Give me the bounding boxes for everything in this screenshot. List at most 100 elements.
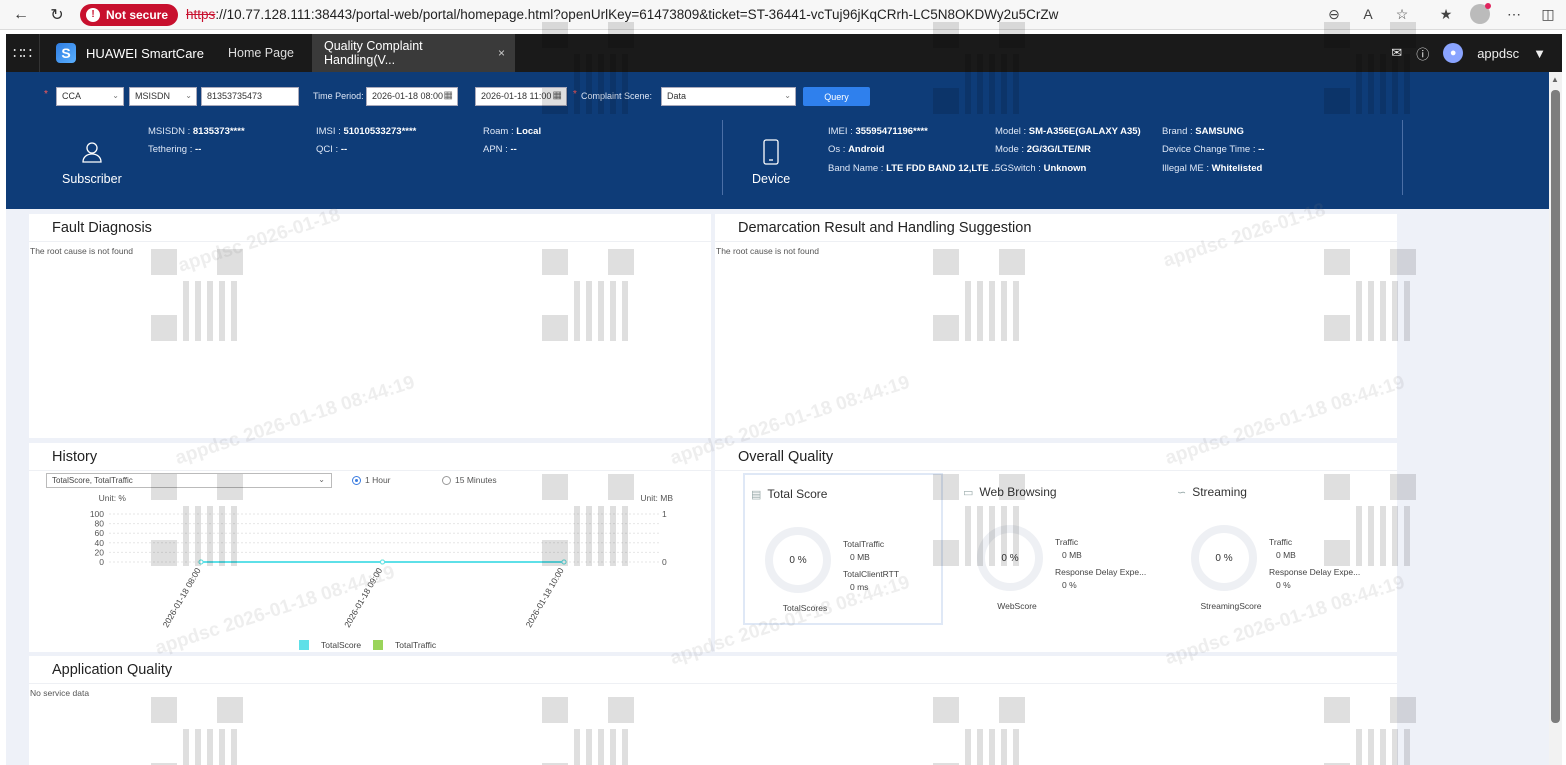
x-tick-label: 2026-01-18 10:00 — [524, 566, 566, 629]
id-type-select[interactable]: MSISDN ⌄ — [129, 87, 197, 106]
y-tick-label: 40 — [95, 538, 105, 548]
y2-tick-label: 0 — [662, 557, 667, 567]
avatar[interactable]: ● — [1443, 43, 1464, 63]
os-field: Os : Android — [828, 144, 885, 155]
imsi-field: IMSI : 51010533273**** — [316, 126, 417, 137]
mail-icon[interactable]: ✉ — [1391, 45, 1402, 61]
tab-quality-complaint[interactable]: Quality Complaint Handling(V... × — [312, 34, 515, 72]
url-protocol: https — [186, 7, 216, 22]
metric-label: TotalTraffic — [843, 539, 885, 549]
start-time-input[interactable]: 2026-01-18 08:00 ▦ — [366, 87, 458, 106]
chevron-down-icon: ⌄ — [112, 91, 119, 100]
cca-select[interactable]: CCA ⌄ — [56, 87, 124, 106]
metric-value: 0 MB — [1062, 550, 1082, 560]
page-scrollbar[interactable]: ▲ — [1549, 72, 1562, 765]
empty-message: No service data — [30, 688, 90, 698]
query-info-band: * CCA ⌄ MSISDN ⌄ 81353735473 Time Period: … — [6, 72, 1549, 209]
y-tick-label: 0 — [99, 557, 104, 567]
score-ring: 0 % — [977, 525, 1043, 591]
help-icon[interactable]: ⓘ — [1416, 44, 1429, 63]
history-panel: History TotalScore, TotalTraffic ⌄ 1 Hour… — [29, 443, 711, 652]
score-label: StreamingScore — [1200, 601, 1262, 611]
calendar-icon[interactable]: ▦ — [444, 90, 453, 101]
radio-1-hour[interactable]: 1 Hour — [352, 475, 391, 485]
panel-title: Fault Diagnosis — [52, 220, 152, 236]
profile-icon[interactable] — [1470, 3, 1491, 24]
x-tick-label: 2026-01-18 09:00 — [342, 566, 384, 629]
legend-item-totalscore[interactable]: TotalScore — [299, 640, 361, 650]
total-score-card[interactable]: ▤ Total Score 0 % TotalTraffic 0 MB Total… — [743, 473, 943, 625]
y-tick-label: 60 — [95, 528, 105, 538]
calendar-icon[interactable]: ▦ — [553, 90, 562, 101]
complaint-scene-label: Complaint Scene: — [581, 91, 653, 101]
data-point — [198, 559, 204, 565]
divider — [715, 241, 1397, 242]
app-grid-icon[interactable]: ∷∷ — [6, 34, 40, 72]
panel-title: History — [52, 449, 98, 465]
streaming-card[interactable]: ∽ Streaming 0 % Traffic 0 MB Response Del… — [1171, 473, 1371, 625]
msisdn-input[interactable]: 81353735473 — [201, 87, 299, 106]
imei-field: IMEI : 35595471196**** — [828, 126, 928, 137]
divider — [1402, 120, 1403, 195]
query-button[interactable]: Query — [803, 87, 870, 106]
web-browsing-card[interactable]: ▭ Web Browsing 0 % Traffic 0 MB Response … — [957, 473, 1157, 625]
y-axis-unit: Unit: % — [99, 493, 127, 503]
address-bar[interactable]: https://10.77.128.111:38443/portal-web/p… — [186, 7, 1058, 22]
not-secure-label: Not secure — [106, 7, 169, 22]
sidebar-icon[interactable]: ◫ — [1538, 4, 1558, 24]
fault-diagnosis-panel: Fault Diagnosis The root cause is not fo… — [29, 214, 711, 438]
metric-label: Response Delay Expe... — [1269, 567, 1361, 577]
subscriber-label: Subscriber — [62, 172, 122, 186]
read-aloud-icon[interactable]: A — [1358, 4, 1378, 24]
more-icon[interactable]: ⋯ — [1504, 4, 1524, 24]
chevron-down-icon[interactable]: ▼ — [1533, 46, 1546, 61]
app-header: ∷∷ S HUAWEI SmartCare Home Page Quality … — [6, 34, 1562, 72]
history-chart: Unit: % Unit: MB100806040200102026-01-18 … — [90, 493, 674, 629]
smartcare-logo-icon: S — [56, 43, 76, 63]
monitor-icon: ▭ — [963, 486, 974, 499]
subscriber-entity: Subscriber — [62, 138, 122, 186]
start-time-value: 2026-01-18 08:00 — [372, 91, 444, 101]
score-ring: 0 % — [1191, 525, 1257, 591]
favorite-star-icon[interactable]: ☆ — [1392, 4, 1412, 24]
metric-value: 0 MB — [1276, 550, 1296, 560]
device-entity: Device — [752, 138, 790, 186]
radio-label: 15 Minutes — [455, 475, 497, 485]
query-row: * CCA ⌄ MSISDN ⌄ 81353735473 Time Period: … — [6, 87, 1549, 107]
scroll-up-icon[interactable]: ▲ — [1551, 75, 1559, 84]
close-icon[interactable]: × — [498, 46, 505, 60]
scene-value: Data — [667, 91, 687, 101]
tab-home-page[interactable]: Home Page — [216, 34, 312, 72]
required-mark: * — [44, 89, 48, 100]
roam-field: Roam : Local — [483, 126, 542, 137]
zoom-out-icon[interactable]: ⊖ — [1324, 4, 1344, 24]
refresh-icon[interactable]: ↻ — [46, 4, 68, 26]
metric-label: Response Delay Expe... — [1055, 567, 1147, 577]
radio-15-minutes[interactable]: 15 Minutes — [442, 475, 497, 485]
cca-value: CCA — [62, 91, 82, 101]
back-icon[interactable]: ← — [10, 4, 32, 26]
end-time-input[interactable]: 2026-01-18 11:00 ▦ — [475, 87, 567, 106]
panel-title: Demarcation Result and Handling Suggesti… — [738, 220, 1032, 236]
legend-label: TotalScore — [321, 640, 362, 650]
line-chart-icon: ∽ — [1177, 486, 1187, 499]
favorites-icon[interactable]: ★ — [1436, 4, 1456, 24]
y2-axis-unit: Unit: MB — [640, 493, 673, 503]
legend-item-totaltraffic[interactable]: TotalTraffic — [373, 640, 436, 650]
not-secure-badge[interactable]: ! Not secure — [80, 3, 179, 26]
qci-field: QCI : -- — [316, 144, 348, 155]
apn-field: APN : -- — [483, 144, 517, 155]
complaint-scene-select[interactable]: Data ⌄ — [661, 87, 796, 106]
metric-select[interactable]: TotalScore, TotalTraffic ⌄ — [46, 473, 332, 488]
username[interactable]: appdsc — [1477, 46, 1519, 61]
card-title: ∽ Streaming — [1177, 485, 1247, 499]
url-rest: ://10.77.128.111:38443/portal-web/portal… — [215, 7, 1059, 22]
scroll-thumb[interactable] — [1551, 90, 1560, 723]
panel-title: Application Quality — [52, 662, 173, 678]
data-point — [380, 559, 385, 565]
bar-chart-icon: ▤ — [751, 488, 762, 501]
overall-quality-panel: Overall Quality ▤ Total Score 0 % TotalTr… — [715, 443, 1397, 652]
browser-toolbar: ← ↻ ! Not secure https://10.77.128.111:3… — [0, 0, 1566, 30]
required-mark: * — [573, 89, 577, 100]
divider — [715, 470, 1397, 471]
